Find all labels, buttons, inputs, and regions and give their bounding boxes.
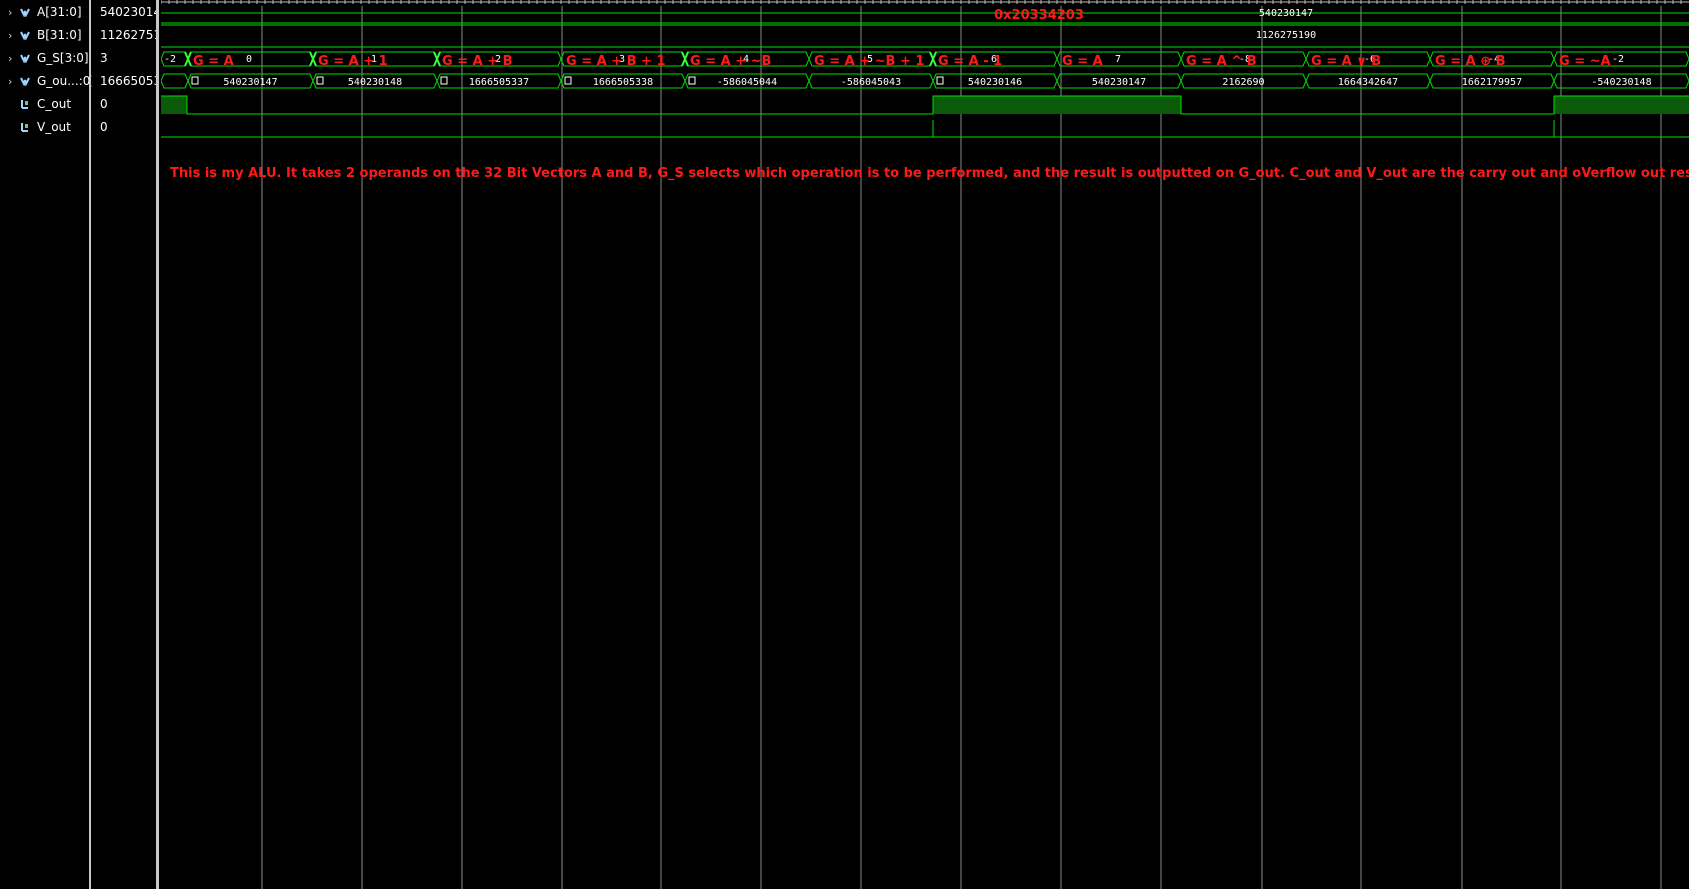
signal-names-panel: › A[31:0] › B[31:0] › G_S[3:0] › G_ou...… <box>0 0 95 889</box>
bus-b-value: 1126275190 <box>1256 30 1316 41</box>
bus-a-hex: 0x20334203 <box>994 8 1084 23</box>
glitch-marker <box>936 76 944 85</box>
signal-value: 16665053 <box>100 74 159 88</box>
gout-value: 540230147 <box>1092 77 1146 88</box>
cout-high-region <box>933 96 1181 114</box>
gout-value: 540230148 <box>348 77 402 88</box>
waveform-canvas[interactable]: 0x20334203 540230147 1126275190 -2 0 1 2 3 4 5 6 7-… <box>161 0 1689 889</box>
cout-high-region <box>1554 96 1689 114</box>
gs-value: -2 <box>1612 54 1624 65</box>
signal-value: 54023014 <box>100 5 159 19</box>
operation-label: G = A + 1 <box>318 54 388 69</box>
gout-value: 1666505337 <box>469 77 529 88</box>
gout-value: -586045044 <box>717 77 777 88</box>
glitch-marker <box>688 76 696 85</box>
expand-chevron-icon[interactable]: › <box>8 24 12 47</box>
gs-value: -2 <box>164 54 176 65</box>
bus-icon <box>20 54 30 63</box>
signal-name: G_S[3:0] <box>37 51 89 65</box>
operation-label: G = A + B + 1 <box>566 54 666 69</box>
gs-value: 0 <box>246 54 252 65</box>
gout-value: 1664342647 <box>1338 77 1398 88</box>
operation-label: G = A ⊕ B <box>1435 54 1506 69</box>
gout-value: -586045043 <box>841 77 901 88</box>
transition-marker <box>681 51 689 67</box>
operation-label: G = A + B <box>442 54 513 69</box>
operation-label: G = A - 1 <box>938 54 1002 69</box>
bus-icon <box>20 31 30 40</box>
bit-icon <box>21 100 28 109</box>
cout-high-region <box>161 96 187 114</box>
expand-chevron-icon[interactable]: › <box>8 70 12 93</box>
transition-marker <box>433 51 441 67</box>
bus-icon <box>20 8 30 17</box>
operation-label: G = ~A <box>1559 54 1611 69</box>
bus-a-value: 540230147 <box>1259 8 1313 19</box>
transition-marker <box>309 51 317 67</box>
signal-value: 3 <box>100 51 108 65</box>
operation-label: G = A + ~B + 1 <box>814 54 924 69</box>
operation-label: G = A <box>193 54 234 69</box>
operation-label: G = A + ~B <box>690 54 771 69</box>
glitch-marker <box>316 76 324 85</box>
signal-value: 0 <box>100 97 108 111</box>
gout-value: -540230148 <box>1591 77 1651 88</box>
gs-value: 7 <box>1115 54 1121 65</box>
vout-wave <box>161 120 1689 138</box>
signal-name: A[31:0] <box>37 5 82 19</box>
bus-icon <box>20 77 30 86</box>
gout-value: 1666505338 <box>593 77 653 88</box>
operation-label: G = A ∨ B <box>1311 54 1381 69</box>
signal-name: C_out <box>37 97 72 111</box>
waveform-svg: 0x20334203 5402301471126275190-2 0 1 2 3 4 5 6 7-… <box>161 0 1689 889</box>
bus-gout-segment <box>161 73 189 89</box>
cout-wave <box>161 95 1689 115</box>
glitch-marker <box>440 76 448 85</box>
bit-icon <box>21 123 28 132</box>
operation-label: G = A <box>1062 54 1103 69</box>
gout-value: 1662179957 <box>1462 77 1522 88</box>
bus-b-wave <box>161 22 1689 48</box>
transition-marker <box>929 51 937 67</box>
transition-marker <box>184 51 192 67</box>
gout-value: 540230147 <box>223 77 277 88</box>
annotation-note: This is my ALU. It takes 2 operands on t… <box>170 166 1689 181</box>
signal-value: 0 <box>100 120 108 134</box>
expand-chevron-icon[interactable]: › <box>8 47 12 70</box>
operation-label: G = A ^ B <box>1186 54 1257 69</box>
glitch-marker <box>564 76 572 85</box>
signal-value: 11262751 <box>100 28 159 42</box>
glitch-marker <box>191 76 199 85</box>
signal-name: V_out <box>37 120 71 134</box>
signal-name: B[31:0] <box>37 28 82 42</box>
gout-value: 540230146 <box>968 77 1022 88</box>
signal-values-panel: 54023014 11262751 3 16665053 0 0 <box>92 0 159 889</box>
signal-name: G_ou...:0] <box>37 74 96 88</box>
expand-chevron-icon[interactable]: › <box>8 1 12 24</box>
gout-value: 2162690 <box>1222 77 1264 88</box>
